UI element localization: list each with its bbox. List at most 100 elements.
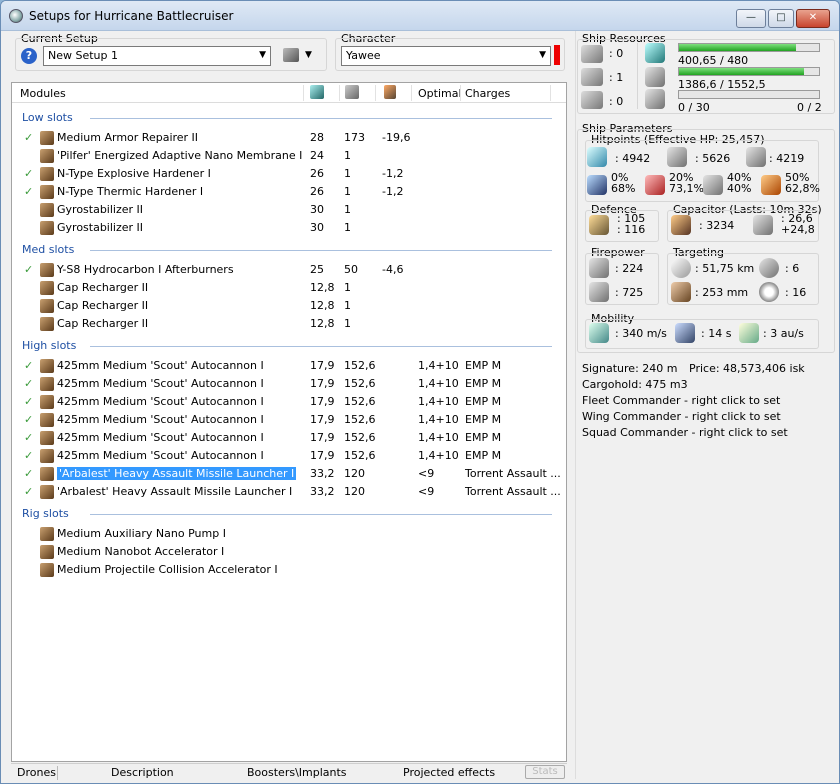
- calibration-value: 0 / 30: [678, 101, 710, 114]
- module-capacitor: -1,2: [382, 185, 404, 198]
- module-row[interactable]: ✓ N-Type Thermic Hardener I 26 1 -1,2: [12, 183, 566, 201]
- module-row[interactable]: ✓ 425mm Medium 'Scout' Autocannon I 17,9 15…: [12, 411, 566, 429]
- module-name: N-Type Explosive Hardener I: [57, 167, 211, 180]
- module-name: Medium Nanobot Accelerator I: [57, 545, 225, 558]
- signature: Signature: 240 m: [582, 362, 678, 375]
- module-icon: [40, 449, 54, 463]
- hull-icon: [746, 147, 766, 167]
- setup-menu-arrow-icon[interactable]: ▼: [305, 50, 312, 60]
- character-select[interactable]: Yawee ▼: [341, 46, 551, 66]
- module-optimal: 1,4+10: [418, 449, 459, 462]
- powergrid-column-icon[interactable]: [345, 85, 359, 99]
- hull-hp: : 4219: [769, 152, 805, 165]
- setup-menu-icon[interactable]: [283, 48, 299, 62]
- tab-description[interactable]: Description: [111, 766, 174, 779]
- section-divider: [90, 346, 552, 347]
- calibration-icon: [645, 89, 665, 109]
- setup-window: Setups for Hurricane Battlecruiser — □ ✕…: [0, 0, 840, 784]
- shield-hp: : 4942: [615, 152, 651, 165]
- module-cpu: 12,8: [310, 281, 335, 294]
- module-icon: [40, 299, 54, 313]
- module-row[interactable]: Cap Recharger II 12,8 1: [12, 315, 566, 333]
- wing-commander[interactable]: Wing Commander - right click to set: [582, 410, 781, 423]
- module-state-check: ✓: [24, 413, 34, 426]
- module-powergrid: 152,6: [344, 359, 376, 372]
- module-row[interactable]: Gyrostabilizer II 30 1: [12, 219, 566, 237]
- max-speed: : 340 m/s: [615, 327, 667, 340]
- module-optimal: <9: [418, 467, 435, 480]
- squad-commander[interactable]: Squad Commander - right click to set: [582, 426, 788, 439]
- module-row[interactable]: Gyrostabilizer II 30 1: [12, 201, 566, 219]
- tab-projected[interactable]: Projected effects: [403, 766, 495, 779]
- module-row[interactable]: Cap Recharger II 12,8 1: [12, 297, 566, 315]
- module-optimal: 1,4+10: [418, 431, 459, 444]
- cpu-bar: [678, 43, 820, 52]
- module-row[interactable]: 'Pilfer' Energized Adaptive Nano Membran…: [12, 147, 566, 165]
- module-name: 'Pilfer' Energized Adaptive Nano Membran…: [57, 149, 303, 162]
- module-row[interactable]: ✓ 425mm Medium 'Scout' Autocannon I 17,9 15…: [12, 375, 566, 393]
- module-powergrid: 1: [344, 203, 351, 216]
- module-row[interactable]: ✓ N-Type Explosive Hardener I 26 1 -1,2: [12, 165, 566, 183]
- module-row[interactable]: ✓ Medium Armor Repairer II 28 173 -19,6: [12, 129, 566, 147]
- em-resist-icon: [587, 175, 607, 195]
- module-powergrid: 1: [344, 281, 351, 294]
- module-name: N-Type Thermic Hardener I: [57, 185, 204, 198]
- module-name: Gyrostabilizer II: [57, 203, 144, 216]
- module-cpu: 17,9: [310, 449, 335, 462]
- tab-stats[interactable]: Stats: [525, 765, 565, 779]
- module-row[interactable]: ✓ 425mm Medium 'Scout' Autocannon I 17,9 15…: [12, 393, 566, 411]
- close-button[interactable]: ✕: [796, 9, 830, 28]
- thermal-resist: 20% 73,1%: [669, 172, 704, 194]
- module-optimal: 1,4+10: [418, 377, 459, 390]
- module-charge: Torrent Assault ...: [465, 467, 561, 480]
- cpu-column-icon[interactable]: [310, 85, 324, 99]
- module-icon: [40, 185, 54, 199]
- module-row[interactable]: Cap Recharger II 12,8 1: [12, 279, 566, 297]
- capacitor-column-icon[interactable]: [384, 85, 396, 99]
- module-cpu: 17,9: [310, 431, 335, 444]
- setup-select[interactable]: New Setup 1 ▼: [43, 46, 271, 66]
- col-charges[interactable]: Charges: [465, 87, 510, 100]
- section-title-rig: Rig slots: [22, 507, 69, 520]
- volley-icon: [589, 282, 609, 302]
- modules-panel: Modules Optimal Charges Low slots ✓ Medium…: [11, 82, 567, 762]
- align-time: : 14 s: [701, 327, 732, 340]
- maximize-button[interactable]: □: [768, 9, 794, 28]
- module-state-check: ✓: [24, 131, 34, 144]
- module-row[interactable]: Medium Projectile Collision Accelerator …: [12, 561, 566, 579]
- module-name: 'Arbalest' Heavy Assault Missile Launche…: [57, 467, 297, 480]
- sensor-strength-icon: [759, 282, 779, 302]
- module-row[interactable]: ✓ 425mm Medium 'Scout' Autocannon I 17,9 15…: [12, 447, 566, 465]
- module-icon: [40, 395, 54, 409]
- module-name: Gyrostabilizer II: [57, 221, 144, 234]
- module-row[interactable]: ✓ 'Arbalest' Heavy Assault Missile Launch…: [12, 483, 566, 501]
- col-optimal[interactable]: Optimal: [418, 87, 462, 100]
- section-divider: [90, 250, 552, 251]
- module-powergrid: 1: [344, 149, 351, 162]
- module-row[interactable]: ✓ 'Arbalest' Heavy Assault Missile Launch…: [12, 465, 566, 483]
- module-powergrid: 173: [344, 131, 365, 144]
- col-modules[interactable]: Modules: [20, 87, 66, 100]
- armor-hp: : 5626: [695, 152, 731, 165]
- module-powergrid: 152,6: [344, 431, 376, 444]
- module-row[interactable]: Medium Nanobot Accelerator I: [12, 543, 566, 561]
- module-icon: [40, 203, 54, 217]
- bottom-tabs: Drones Description Boosters\Implants Pro…: [11, 763, 567, 780]
- tab-boosters[interactable]: Boosters\Implants: [247, 766, 347, 779]
- module-name: 425mm Medium 'Scout' Autocannon I: [57, 359, 264, 372]
- module-state-check: ✓: [24, 185, 34, 198]
- character-status-indicator: [554, 45, 560, 65]
- module-row[interactable]: ✓ 425mm Medium 'Scout' Autocannon I 17,9 15…: [12, 429, 566, 447]
- module-icon: [40, 263, 54, 277]
- fleet-commander[interactable]: Fleet Commander - right click to set: [582, 394, 780, 407]
- tab-drones[interactable]: Drones: [17, 766, 56, 779]
- module-row[interactable]: Medium Auxiliary Nano Pump I: [12, 525, 566, 543]
- module-row[interactable]: ✓ 425mm Medium 'Scout' Autocannon I 17,9 15…: [12, 357, 566, 375]
- minimize-button[interactable]: —: [736, 9, 766, 28]
- module-powergrid: 1: [344, 167, 351, 180]
- module-state-check: ✓: [24, 485, 34, 498]
- help-icon[interactable]: ?: [21, 48, 37, 64]
- header-separator: [375, 85, 376, 101]
- kinetic-resist-b: 40%: [727, 182, 752, 195]
- module-row[interactable]: ✓ Y-S8 Hydrocarbon I Afterburners 25 50 -4,6: [12, 261, 566, 279]
